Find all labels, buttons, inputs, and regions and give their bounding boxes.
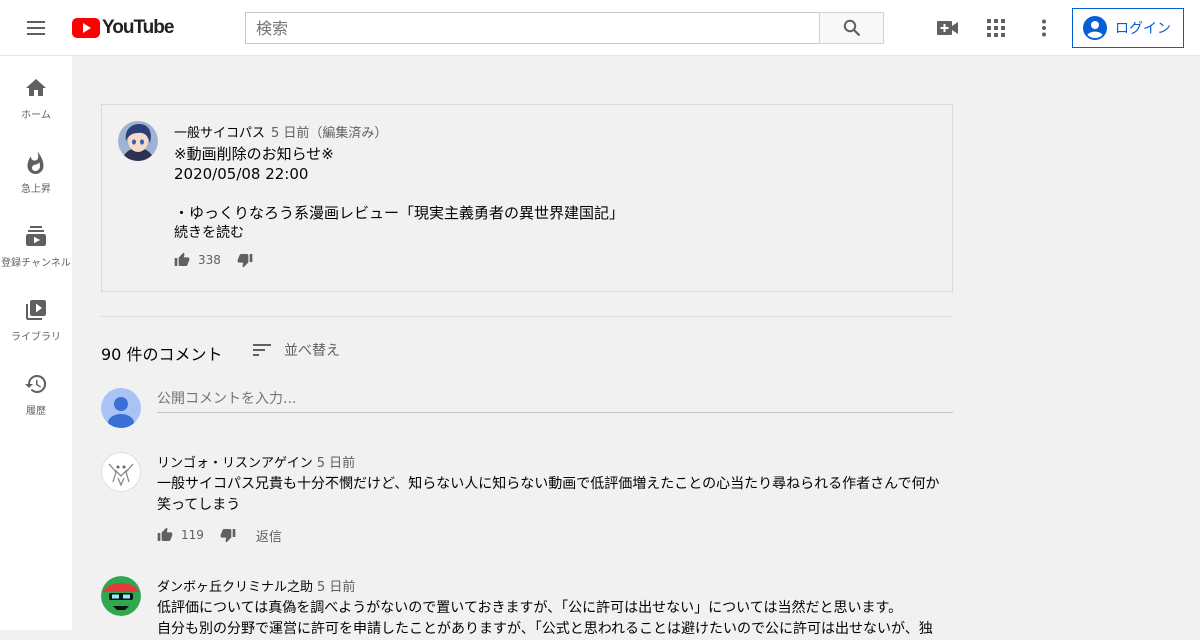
sidebar-item-library[interactable]: ライブラリ <box>0 278 72 352</box>
logo-text: YouTube <box>102 17 174 38</box>
thumb-up-icon[interactable] <box>174 252 190 268</box>
sidebar-item-home[interactable]: ホーム <box>0 56 72 130</box>
sidebar-item-label: ライブラリ <box>11 332 61 343</box>
sidebar-item-subscriptions[interactable]: 登録チャンネル <box>0 204 72 278</box>
flame-icon <box>27 151 44 174</box>
read-more-link[interactable]: 続きを読む <box>174 222 244 242</box>
comment-timestamp[interactable]: 5 日前 <box>317 456 355 471</box>
current-user-avatar <box>101 388 141 428</box>
post-body-text: ※動画削除のお知らせ※ 2020/05/08 22:00 ・ゆっくりなろう系漫画… <box>174 145 625 222</box>
post-like-count: 338 <box>198 253 221 267</box>
thumb-up-icon[interactable] <box>157 527 173 543</box>
youtube-play-icon <box>72 18 100 38</box>
sidebar-item-label: 登録チャンネル <box>1 258 71 269</box>
youtube-logo[interactable]: YouTube <box>72 16 174 40</box>
subscriptions-icon <box>26 226 46 246</box>
apps-grid-icon[interactable] <box>984 16 1008 40</box>
comment-text: 低評価については真偽を調べようがないので置いておきますが、「公に許可は出せない」… <box>157 600 933 637</box>
comment-like-count: 119 <box>181 528 204 542</box>
comment-author-line: ダンボヶ丘クリミナル之助 5 日前 <box>157 576 355 595</box>
thumb-down-icon[interactable] <box>237 252 253 268</box>
post-author-line: 一般サイコパス 5 日前（編集済み） <box>174 122 387 141</box>
menu-icon[interactable] <box>24 16 48 40</box>
comment-input[interactable] <box>157 386 953 413</box>
login-label: ログイン <box>1115 21 1171 37</box>
comment-text: 一般サイコパス兄貴も十分不憫だけど、知らない人に知らない動画で低評価増えたことの… <box>157 476 940 513</box>
post-author-avatar[interactable] <box>118 121 158 161</box>
account-circle-icon <box>1083 16 1107 40</box>
post-timestamp[interactable]: 5 日前（編集済み） <box>271 126 387 141</box>
masthead: YouTube ログイン <box>0 0 1200 56</box>
comment-actions: 119 返信 <box>157 525 282 545</box>
reply-button[interactable]: 返信 <box>256 526 282 545</box>
comment-thread: ダンボヶ丘クリミナル之助 5 日前 低評価については真偽を調べようがないので置いて… <box>101 576 953 637</box>
sort-label: 並べ替え <box>284 343 340 359</box>
search-input[interactable] <box>245 12 820 44</box>
home-icon <box>26 79 46 96</box>
post-actions: 338 <box>174 250 253 270</box>
search-icon <box>843 19 860 37</box>
sidebar-item-history[interactable]: 履歴 <box>0 352 72 426</box>
comment-author-avatar[interactable] <box>101 576 141 616</box>
search-button[interactable] <box>819 12 884 44</box>
login-button[interactable]: ログイン <box>1072 8 1184 48</box>
sort-button[interactable]: 並べ替え <box>252 340 340 360</box>
comment-timestamp[interactable]: 5 日前 <box>317 580 355 595</box>
sidebar-item-label: 履歴 <box>26 406 46 417</box>
sidebar-item-label: 急上昇 <box>21 184 51 195</box>
library-icon <box>26 300 46 320</box>
section-divider <box>101 316 953 317</box>
community-post: 一般サイコパス 5 日前（編集済み） ※動画削除のお知らせ※ 2020/05/08… <box>101 104 953 292</box>
comment-thread: リンゴォ・リスンアゲイン 5 日前 一般サイコパス兄貴も十分不憫だけど、知らない人… <box>101 452 953 552</box>
history-icon <box>25 374 47 393</box>
sidebar-item-label: ホーム <box>21 110 51 121</box>
comment-author-line: リンゴォ・リスンアゲイン 5 日前 <box>157 452 355 471</box>
sidebar: ホーム 急上昇 登録チャンネル ライブラリ 履歴 <box>0 56 72 630</box>
sort-icon <box>253 344 271 356</box>
thumb-down-icon[interactable] <box>220 527 236 543</box>
post-author-name[interactable]: 一般サイコパス <box>174 126 265 141</box>
comment-author-name[interactable]: リンゴォ・リスンアゲイン <box>157 456 313 471</box>
comment-author-name[interactable]: ダンボヶ丘クリミナル之助 <box>157 580 313 595</box>
comment-author-avatar[interactable] <box>101 452 141 492</box>
create-video-icon[interactable] <box>936 16 960 40</box>
comments-count: 90 件のコメント <box>101 345 223 364</box>
more-vert-icon[interactable] <box>1032 16 1056 40</box>
sidebar-item-trending[interactable]: 急上昇 <box>0 130 72 204</box>
